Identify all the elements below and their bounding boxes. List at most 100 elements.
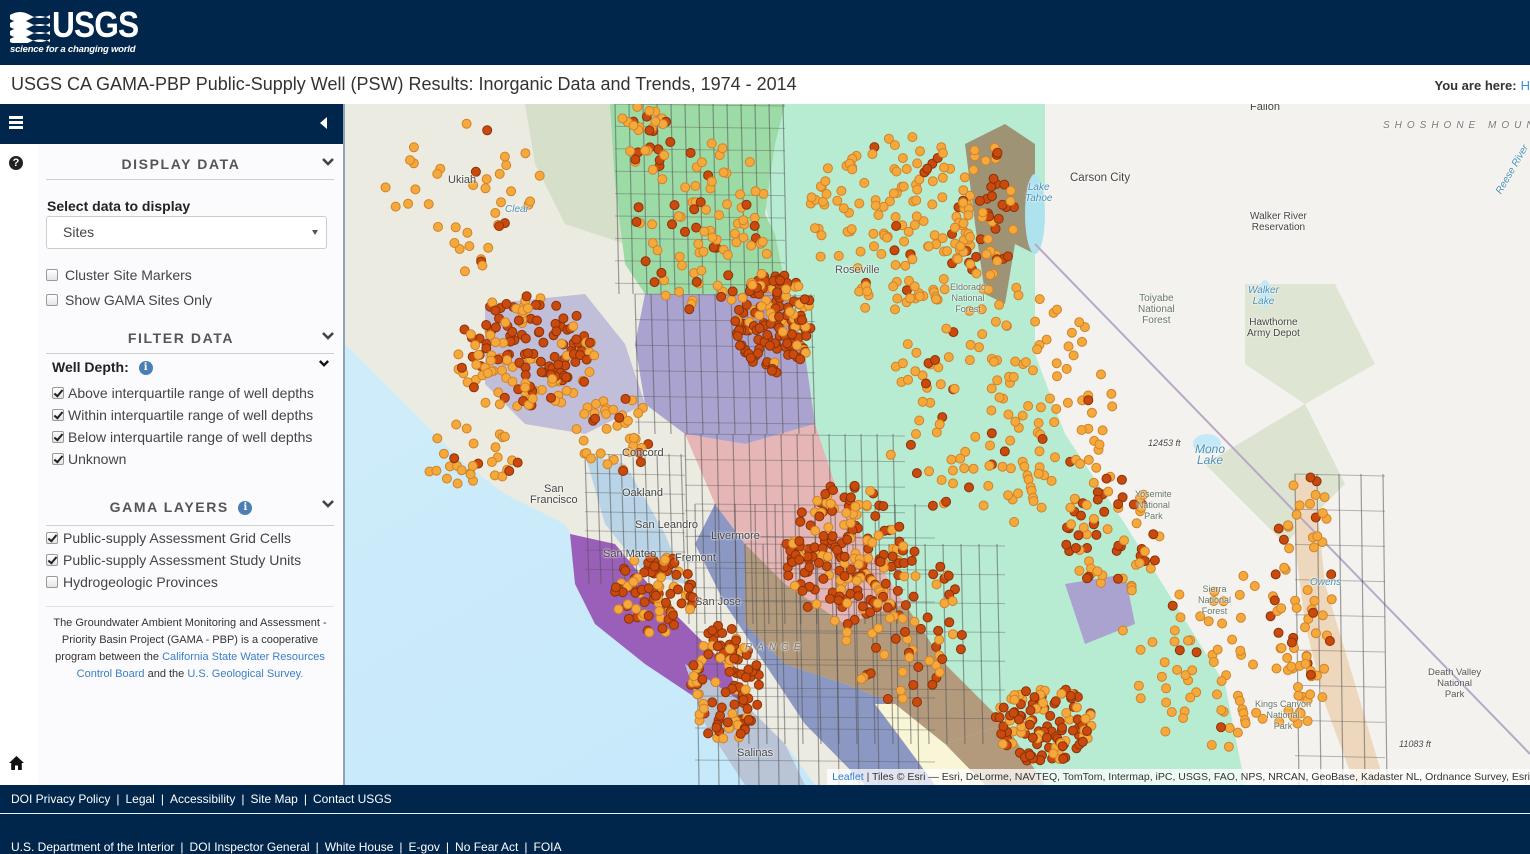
well-site-marker[interactable] (462, 227, 473, 238)
well-site-marker[interactable] (738, 232, 749, 243)
well-site-marker[interactable] (749, 221, 760, 231)
well-site-marker[interactable] (1206, 740, 1217, 750)
well-site-marker[interactable] (691, 276, 702, 287)
well-site-marker[interactable] (643, 583, 654, 594)
well-site-marker[interactable] (722, 250, 733, 260)
well-site-marker[interactable] (935, 379, 946, 390)
well-site-marker[interactable] (968, 164, 979, 175)
well-site-marker[interactable] (849, 480, 860, 491)
well-site-marker[interactable] (631, 216, 642, 227)
well-site-marker[interactable] (499, 431, 510, 442)
well-site-marker[interactable] (908, 680, 919, 690)
well-site-marker[interactable] (711, 722, 722, 733)
well-site-marker[interactable] (1284, 543, 1295, 554)
well-site-marker[interactable] (692, 689, 703, 700)
well-site-marker[interactable] (1025, 750, 1035, 761)
well-site-marker[interactable] (910, 571, 921, 582)
well-site-marker[interactable] (988, 356, 999, 367)
well-site-marker[interactable] (707, 232, 718, 243)
well-site-marker[interactable] (1175, 612, 1186, 623)
well-site-marker[interactable] (521, 291, 532, 302)
well-site-marker[interactable] (729, 228, 740, 239)
well-site-marker[interactable] (1145, 563, 1156, 574)
well-site-marker[interactable] (889, 140, 900, 151)
well-site-marker[interactable] (1107, 401, 1118, 412)
well-site-marker[interactable] (1049, 417, 1060, 428)
well-site-marker[interactable] (880, 578, 891, 589)
well-site-marker[interactable] (665, 588, 676, 599)
well-site-marker[interactable] (924, 466, 935, 477)
footer-link[interactable]: Site Map (250, 792, 297, 806)
well-site-marker[interactable] (546, 392, 556, 403)
well-site-marker[interactable] (1116, 474, 1127, 485)
well-site-marker[interactable] (1286, 637, 1297, 648)
well-site-marker[interactable] (854, 198, 865, 209)
well-site-marker[interactable] (450, 222, 461, 233)
well-site-marker[interactable] (753, 679, 764, 690)
well-site-marker[interactable] (718, 733, 729, 744)
gama-sites-only-checkbox[interactable]: Show GAMA Sites Only (46, 291, 212, 309)
well-site-marker[interactable] (944, 617, 955, 628)
well-site-marker[interactable] (1075, 458, 1086, 469)
well-site-marker[interactable] (1234, 695, 1245, 706)
well-site-marker[interactable] (934, 667, 945, 678)
well-site-marker[interactable] (724, 644, 735, 654)
well-site-marker[interactable] (726, 294, 737, 305)
well-site-marker[interactable] (1038, 697, 1048, 708)
well-site-marker[interactable] (628, 432, 639, 443)
well-site-marker[interactable] (1174, 645, 1185, 656)
well-site-marker[interactable] (949, 222, 960, 233)
well-site-marker[interactable] (724, 666, 735, 677)
well-site-marker[interactable] (915, 623, 926, 634)
well-site-marker[interactable] (747, 279, 758, 290)
well-site-marker[interactable] (795, 516, 806, 527)
info-icon[interactable]: i (138, 361, 153, 376)
well-site-marker[interactable] (451, 419, 462, 430)
well-site-marker[interactable] (1282, 652, 1293, 663)
well-site-marker[interactable] (900, 600, 911, 611)
well-site-marker[interactable] (799, 294, 810, 305)
well-site-marker[interactable] (734, 304, 744, 315)
well-site-marker[interactable] (490, 322, 501, 333)
study-units-checkbox[interactable]: Public-supply Assessment Study Units (46, 551, 301, 569)
well-site-marker[interactable] (900, 626, 910, 637)
well-site-marker[interactable] (1161, 683, 1172, 694)
footer-link[interactable]: FOIA (534, 840, 562, 854)
well-site-marker[interactable] (965, 339, 976, 350)
well-site-marker[interactable] (731, 635, 742, 646)
well-site-marker[interactable] (1041, 334, 1052, 345)
well-site-marker[interactable] (1232, 727, 1243, 738)
well-site-marker[interactable] (822, 551, 833, 562)
well-site-marker[interactable] (595, 448, 606, 459)
well-site-marker[interactable] (589, 350, 600, 361)
well-site-marker[interactable] (1082, 726, 1092, 737)
well-site-marker[interactable] (1091, 529, 1102, 540)
well-site-marker[interactable] (1009, 517, 1020, 527)
well-site-marker[interactable] (1057, 722, 1068, 733)
well-site-marker[interactable] (1034, 446, 1045, 457)
well-site-marker[interactable] (1317, 610, 1328, 621)
well-site-marker[interactable] (717, 143, 728, 154)
well-site-marker[interactable] (640, 145, 651, 156)
well-site-marker[interactable] (939, 284, 950, 295)
well-site-marker[interactable] (685, 604, 696, 615)
well-site-marker[interactable] (1021, 686, 1031, 697)
well-site-marker[interactable] (794, 554, 805, 565)
well-site-marker[interactable] (1036, 502, 1047, 513)
well-site-marker[interactable] (814, 557, 824, 568)
well-site-marker[interactable] (403, 198, 414, 209)
well-site-marker[interactable] (464, 241, 475, 252)
well-site-marker[interactable] (486, 457, 497, 467)
well-site-marker[interactable] (630, 154, 641, 165)
well-site-marker[interactable] (907, 132, 918, 143)
well-site-marker[interactable] (869, 241, 879, 252)
well-site-marker[interactable] (680, 226, 690, 237)
well-site-marker[interactable] (971, 268, 982, 279)
well-site-marker[interactable] (900, 260, 911, 271)
well-site-marker[interactable] (1126, 585, 1137, 596)
well-site-marker[interactable] (432, 433, 443, 444)
well-site-marker[interactable] (903, 374, 913, 385)
well-site-marker[interactable] (535, 356, 546, 367)
well-site-marker[interactable] (865, 607, 876, 618)
well-site-marker[interactable] (1276, 643, 1287, 653)
